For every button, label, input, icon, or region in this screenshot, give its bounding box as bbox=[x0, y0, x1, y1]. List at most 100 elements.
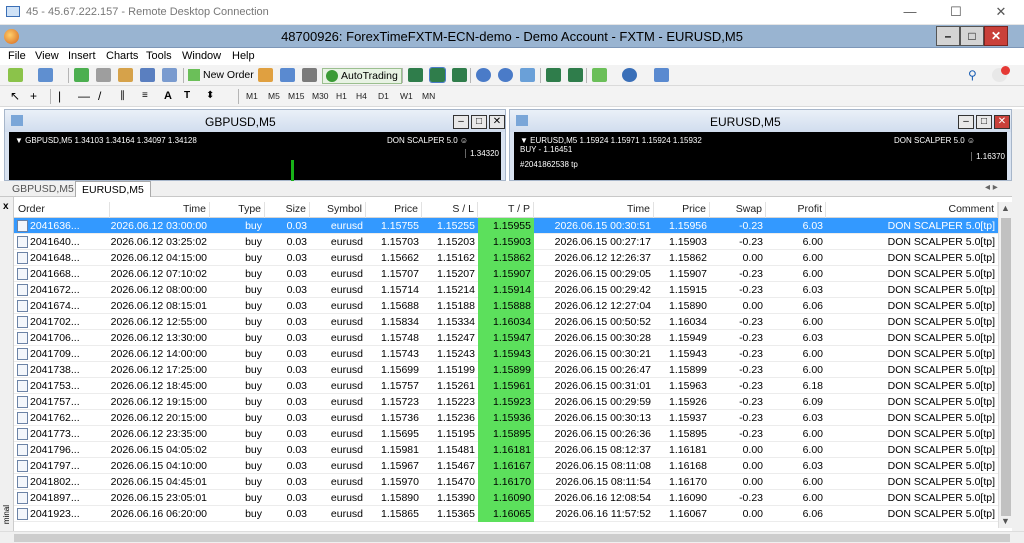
app-restore-button[interactable]: □ bbox=[960, 26, 984, 46]
menu-charts[interactable]: Charts bbox=[106, 50, 138, 62]
app-minimize-button[interactable]: – bbox=[936, 26, 960, 46]
data-window-icon[interactable] bbox=[96, 68, 111, 82]
text-icon[interactable]: A bbox=[164, 89, 179, 103]
chart-shift-icon[interactable] bbox=[546, 68, 561, 82]
signals-icon[interactable] bbox=[280, 68, 295, 82]
tf-h4[interactable]: H4 bbox=[356, 91, 367, 101]
table-row[interactable]: 2041668... 2026.06.12 07:10:02 buy 0.03 euru… bbox=[14, 266, 998, 282]
table-row[interactable]: 2041797... 2026.06.15 04:10:00 buy 0.03 euru… bbox=[14, 458, 998, 474]
metaeditor-icon[interactable] bbox=[258, 68, 273, 82]
col-close-price[interactable]: Price bbox=[654, 202, 710, 218]
table-row[interactable]: 2041796... 2026.06.15 04:05:02 buy 0.03 euru… bbox=[14, 442, 998, 458]
terminal-icon[interactable] bbox=[140, 68, 155, 82]
chart-maximize-button[interactable]: □ bbox=[471, 115, 487, 129]
chart-canvas[interactable]: ▼ EURUSD,M5 1.15924 1.15971 1.15924 1.15… bbox=[514, 132, 1007, 180]
notification-icon[interactable] bbox=[992, 66, 1010, 82]
col-close-time[interactable]: Time bbox=[534, 202, 654, 218]
tf-m5[interactable]: M5 bbox=[268, 91, 280, 101]
tf-m15[interactable]: M15 bbox=[288, 91, 305, 101]
table-row[interactable]: 2041773... 2026.06.12 23:35:00 buy 0.03 euru… bbox=[14, 426, 998, 442]
navigator-icon[interactable] bbox=[118, 68, 133, 82]
table-row[interactable]: 2041702... 2026.06.12 12:55:00 buy 0.03 euru… bbox=[14, 314, 998, 330]
tab-eurusd[interactable]: EURUSD,M5 bbox=[75, 181, 151, 197]
table-row[interactable]: 2041709... 2026.06.12 14:00:00 buy 0.03 euru… bbox=[14, 346, 998, 362]
strategy-tester-icon[interactable] bbox=[162, 68, 177, 82]
scroll-thumb[interactable] bbox=[1001, 218, 1011, 516]
menu-insert[interactable]: Insert bbox=[68, 50, 96, 62]
table-row[interactable]: 2041706... 2026.06.12 13:30:00 buy 0.03 euru… bbox=[14, 330, 998, 346]
menu-view[interactable]: View bbox=[35, 50, 59, 62]
table-row[interactable]: 2041648... 2026.06.12 04:15:00 buy 0.03 euru… bbox=[14, 250, 998, 266]
table-row[interactable]: 2041757... 2026.06.12 19:15:00 buy 0.03 euru… bbox=[14, 394, 998, 410]
templates-icon[interactable] bbox=[654, 68, 669, 82]
candlestick-icon[interactable] bbox=[429, 67, 446, 83]
tf-m1[interactable]: M1 bbox=[246, 91, 258, 101]
line-chart-icon[interactable] bbox=[452, 68, 467, 82]
tf-w1[interactable]: W1 bbox=[400, 91, 413, 101]
tf-mn[interactable]: MN bbox=[422, 91, 435, 101]
menu-help[interactable]: Help bbox=[232, 50, 255, 62]
chart-window-eurusd[interactable]: EURUSD,M5 – □ ✕ ▼ EURUSD,M5 1.15924 1.15… bbox=[509, 109, 1012, 181]
cursor-icon[interactable]: ↖ bbox=[10, 89, 25, 103]
menu-window[interactable]: Window bbox=[182, 50, 221, 62]
new-chart-icon[interactable] bbox=[8, 68, 23, 82]
menu-file[interactable]: File bbox=[8, 50, 26, 62]
scroll-up-icon[interactable]: ▲ bbox=[1001, 203, 1010, 213]
tf-m30[interactable]: M30 bbox=[312, 91, 329, 101]
table-row[interactable]: 2041640... 2026.06.12 03:25:02 buy 0.03 euru… bbox=[14, 234, 998, 250]
tile-windows-icon[interactable] bbox=[520, 68, 535, 82]
table-row[interactable]: 2041753... 2026.06.12 18:45:00 buy 0.03 euru… bbox=[14, 378, 998, 394]
col-profit[interactable]: Profit bbox=[766, 202, 826, 218]
col-time[interactable]: Time bbox=[110, 202, 210, 218]
new-order-button[interactable]: New Order bbox=[188, 68, 254, 84]
chart-window-gbpusd[interactable]: GBPUSD,M5 – □ ✕ ▼ GBPUSD,M5 1.34103 1.34… bbox=[4, 109, 506, 182]
table-row[interactable]: 2041762... 2026.06.12 20:15:00 buy 0.03 euru… bbox=[14, 410, 998, 426]
table-row[interactable]: 2041672... 2026.06.12 08:00:00 buy 0.03 euru… bbox=[14, 282, 998, 298]
col-symbol[interactable]: Symbol bbox=[310, 202, 366, 218]
table-row[interactable]: 2041636... 2026.06.12 03:00:00 buy 0.03 euru… bbox=[14, 218, 998, 234]
tab-gbpusd[interactable]: GBPUSD,M5 bbox=[6, 181, 80, 197]
bar-chart-icon[interactable] bbox=[408, 68, 423, 82]
chart-close-button[interactable]: ✕ bbox=[994, 115, 1010, 129]
zoom-out-icon[interactable] bbox=[498, 68, 513, 82]
chart-maximize-button[interactable]: □ bbox=[976, 115, 992, 129]
chart-minimize-button[interactable]: – bbox=[453, 115, 469, 129]
app-close-button[interactable]: ✕ bbox=[984, 26, 1008, 46]
horizontal-scrollbar[interactable] bbox=[0, 531, 1024, 543]
crosshair-icon[interactable]: + bbox=[30, 89, 45, 103]
periods-icon[interactable] bbox=[622, 68, 637, 82]
vertical-line-icon[interactable]: | bbox=[58, 89, 73, 103]
autoscroll-icon[interactable] bbox=[568, 68, 583, 82]
scroll-down-icon[interactable]: ▼ bbox=[1001, 516, 1010, 526]
menu-tools[interactable]: Tools bbox=[146, 50, 172, 62]
chart-close-button[interactable]: ✕ bbox=[489, 115, 505, 129]
table-row[interactable]: 2041923... 2026.06.16 06:20:00 buy 0.03 euru… bbox=[14, 506, 998, 522]
text-label-icon[interactable]: T bbox=[184, 89, 199, 103]
table-row[interactable]: 2041674... 2026.06.12 08:15:01 buy 0.03 euru… bbox=[14, 298, 998, 314]
tab-scroll-arrows[interactable]: ◂ ▸ bbox=[985, 182, 998, 193]
indicators-icon[interactable] bbox=[592, 68, 607, 82]
col-tp[interactable]: T / P bbox=[478, 202, 534, 218]
col-swap[interactable]: Swap bbox=[710, 202, 766, 218]
chart-canvas[interactable]: ▼ GBPUSD,M5 1.34103 1.34164 1.34097 1.34… bbox=[9, 132, 501, 182]
table-row[interactable]: 2041738... 2026.06.12 17:25:00 buy 0.03 euru… bbox=[14, 362, 998, 378]
col-sl[interactable]: S / L bbox=[422, 202, 478, 218]
col-price[interactable]: Price bbox=[366, 202, 422, 218]
auto-trading-button[interactable]: AutoTrading bbox=[322, 68, 402, 84]
terminal-close-button[interactable]: x bbox=[3, 201, 9, 212]
col-type[interactable]: Type bbox=[210, 202, 265, 218]
tf-d1[interactable]: D1 bbox=[378, 91, 389, 101]
trendline-icon[interactable]: / bbox=[98, 89, 113, 103]
maximize-button[interactable]: ☐ bbox=[933, 0, 979, 25]
vertical-scrollbar[interactable]: ▲ ▼ bbox=[998, 202, 1012, 528]
col-order[interactable]: Order bbox=[14, 202, 110, 218]
hscroll-thumb[interactable] bbox=[14, 534, 1010, 542]
zoom-in-icon[interactable] bbox=[476, 68, 491, 82]
minimize-button[interactable]: — bbox=[887, 0, 933, 25]
table-row[interactable]: 2041897... 2026.06.15 23:05:01 buy 0.03 euru… bbox=[14, 490, 998, 506]
arrows-icon[interactable]: ⬍ bbox=[206, 89, 221, 103]
tf-h1[interactable]: H1 bbox=[336, 91, 347, 101]
fibonacci-icon[interactable]: ≡ bbox=[142, 89, 157, 103]
search-icon[interactable]: ⚲ bbox=[968, 68, 983, 82]
col-comment[interactable]: Comment bbox=[826, 202, 998, 218]
